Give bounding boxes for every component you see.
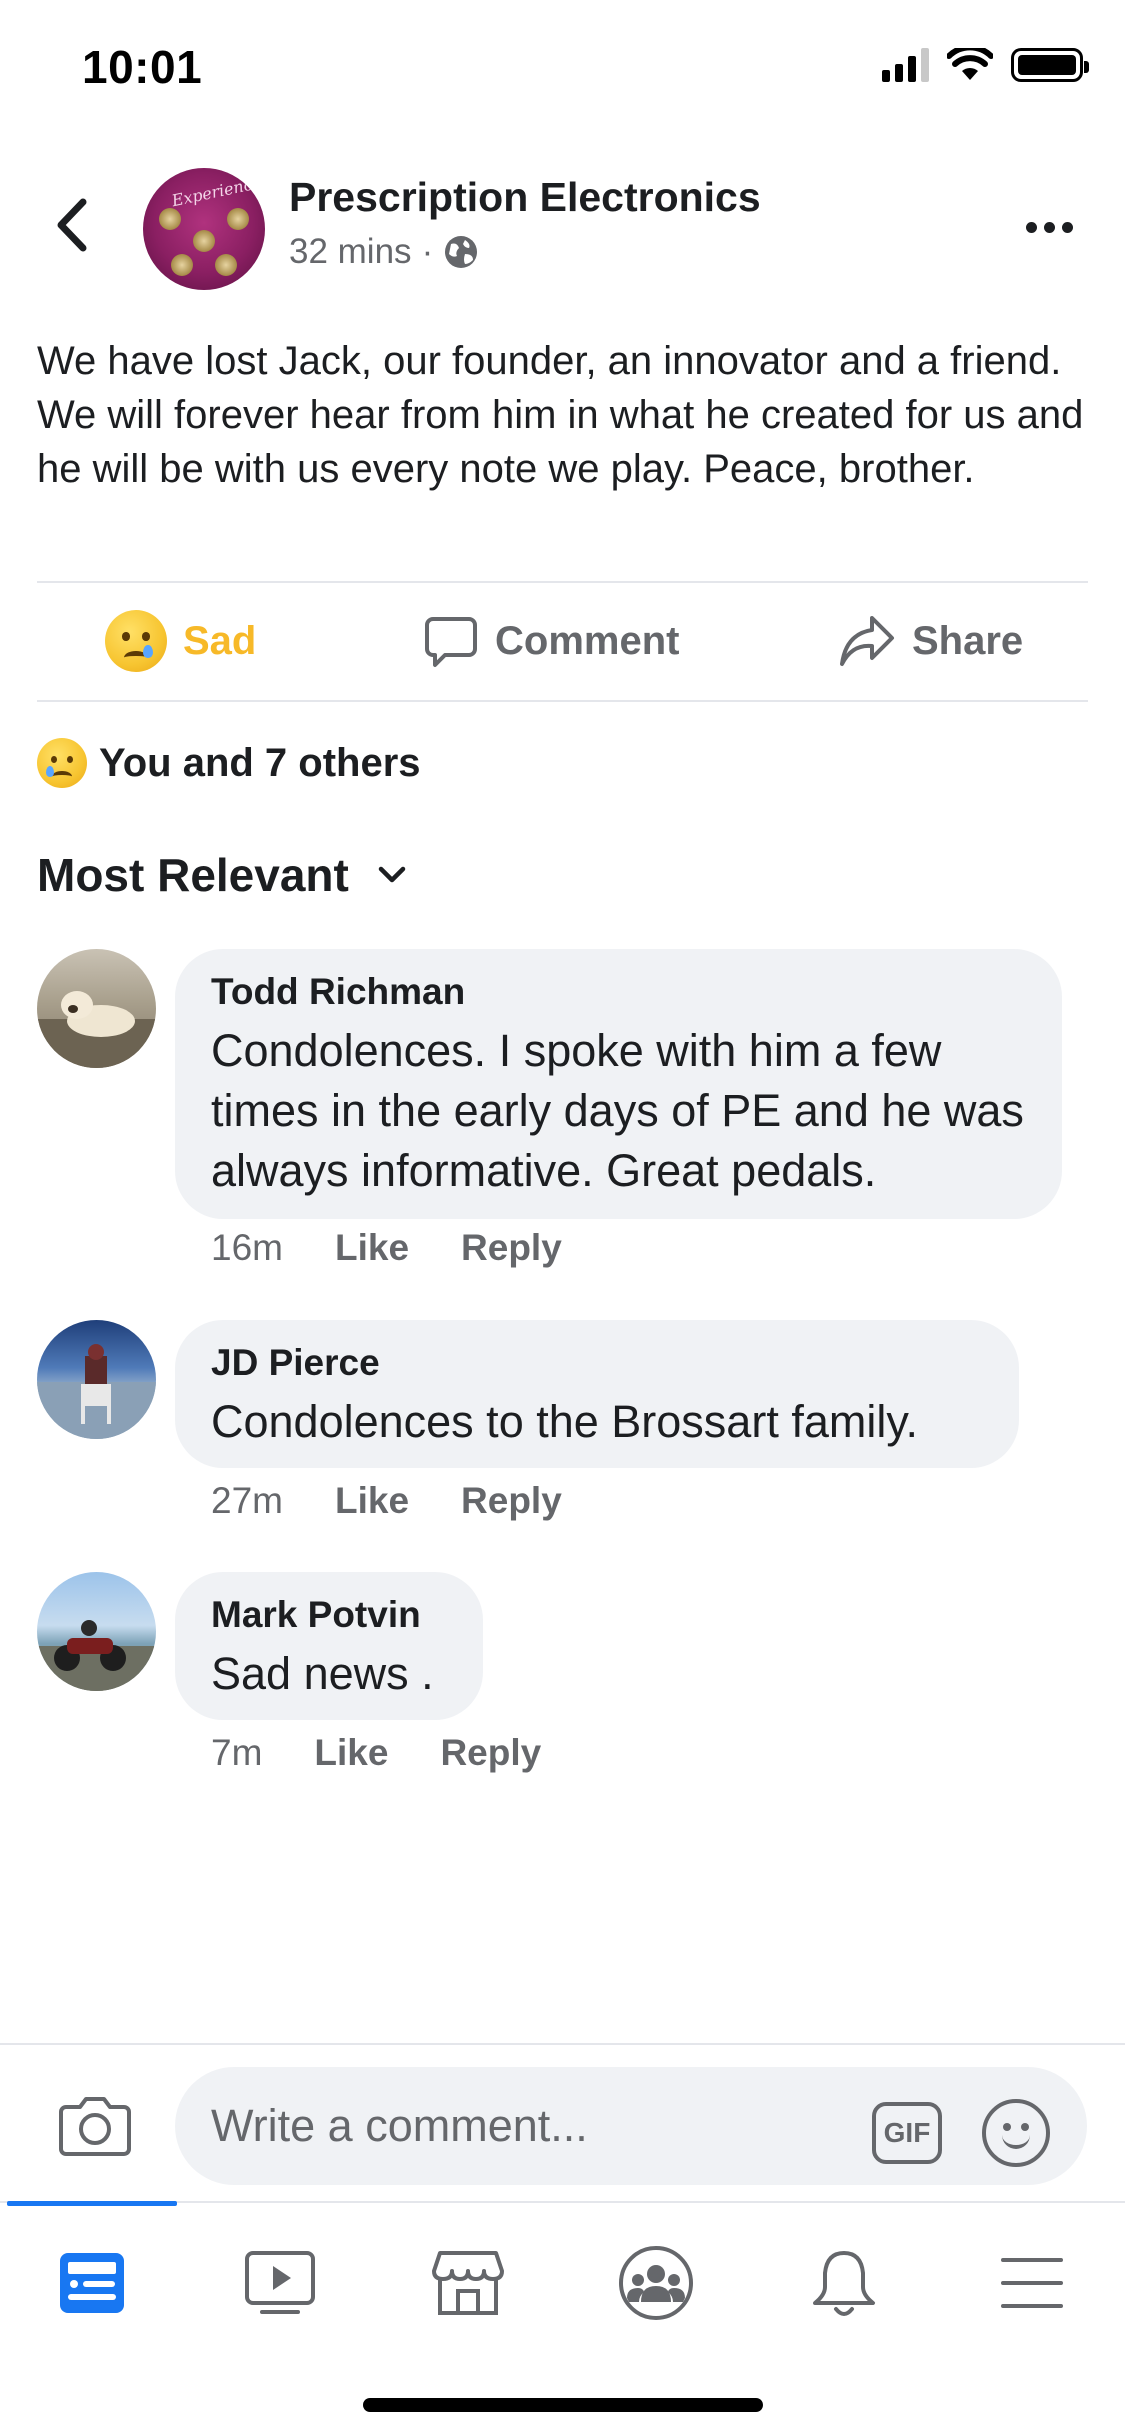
- chevron-left-icon: [57, 198, 87, 252]
- video-icon: [245, 2251, 315, 2314]
- comment-time[interactable]: 16m: [211, 1227, 283, 1269]
- comment-actions: 27m Like Reply: [211, 1480, 614, 1522]
- hamburger-menu-icon: [1001, 2258, 1063, 2308]
- more-options-button[interactable]: [1009, 202, 1089, 252]
- status-time: 10:01: [82, 41, 203, 93]
- meta-separator: ·: [421, 232, 434, 271]
- emoji-button[interactable]: [982, 2099, 1050, 2167]
- comment-bubble: JD Pierce Condolences to the Brossart fa…: [175, 1320, 1019, 1468]
- cellular-signal-icon: [882, 48, 929, 82]
- page-name[interactable]: Prescription Electronics: [289, 174, 761, 221]
- comment-like-button[interactable]: Like: [335, 1480, 409, 1522]
- comment-bubble: Todd Richman Condolences. I spoke with h…: [175, 949, 1062, 1219]
- comment-bubble: Mark Potvin Sad news .: [175, 1572, 483, 1720]
- comment-author[interactable]: JD Pierce: [211, 1342, 983, 1384]
- globe-icon: [445, 236, 478, 268]
- reactions-summary[interactable]: You and 7 others: [37, 738, 421, 788]
- commenter-avatar[interactable]: [37, 949, 156, 1068]
- tab-watch[interactable]: [220, 2233, 340, 2333]
- camera-icon: [59, 2097, 131, 2156]
- share-label: Share: [912, 618, 1024, 663]
- motorcycle-photo: [37, 1620, 156, 1691]
- comment-author[interactable]: Todd Richman: [211, 971, 1026, 1013]
- comment-like-button[interactable]: Like: [314, 1732, 388, 1774]
- comment-reply-button[interactable]: Reply: [461, 1227, 562, 1269]
- sad-emoji-icon: [37, 738, 87, 788]
- back-button[interactable]: [36, 190, 106, 260]
- active-tab-indicator: [7, 2201, 177, 2206]
- comment-time[interactable]: 27m: [211, 1480, 283, 1522]
- comment-actions: 7m Like Reply: [211, 1732, 593, 1774]
- marketplace-icon: [432, 2251, 504, 2315]
- tab-home[interactable]: [32, 2233, 152, 2333]
- wifi-icon: [947, 48, 993, 80]
- tab-menu[interactable]: [972, 2233, 1092, 2333]
- divider: [37, 700, 1088, 702]
- smiley-icon: [1002, 2133, 1030, 2149]
- status-icons: [882, 48, 1089, 82]
- sad-emoji-icon: [105, 610, 167, 672]
- post-time[interactable]: 32 mins: [289, 232, 412, 272]
- tab-marketplace[interactable]: [408, 2233, 528, 2333]
- reaction-label: Sad: [183, 618, 257, 663]
- more-dots-icon: [1025, 221, 1037, 233]
- comment-button[interactable]: Comment: [423, 606, 679, 676]
- gif-button[interactable]: GIF: [872, 2102, 942, 2164]
- post-meta: 32 mins ·: [289, 232, 479, 272]
- comment-reply-button[interactable]: Reply: [440, 1732, 541, 1774]
- reactions-count-text: You and 7 others: [99, 740, 421, 785]
- dog-photo: [37, 991, 156, 1068]
- status-bar: 10:01: [0, 0, 1125, 140]
- commenter-avatar[interactable]: [37, 1320, 156, 1439]
- post-body: We have lost Jack, our founder, an innov…: [37, 339, 1084, 491]
- sort-label: Most Relevant: [37, 849, 349, 901]
- chevron-down-icon: [378, 866, 406, 883]
- camera-button[interactable]: [58, 2093, 132, 2157]
- tab-notifications[interactable]: [784, 2233, 904, 2333]
- post-actions: Sad Comment Share: [0, 582, 1125, 702]
- comment-text: Condolences. I spoke with him a few time…: [211, 1025, 1024, 1196]
- home-indicator: [363, 2398, 763, 2412]
- comment-text: Condolences to the Brossart family.: [211, 1396, 918, 1447]
- news-feed-icon: [60, 2253, 124, 2313]
- share-button[interactable]: Share: [838, 606, 1023, 676]
- comment-actions: 16m Like Reply: [211, 1227, 614, 1269]
- comment-composer: GIF: [0, 2043, 1125, 2201]
- comment-author[interactable]: Mark Potvin: [211, 1594, 447, 1636]
- battery-icon: [1011, 48, 1089, 82]
- share-icon: [840, 616, 894, 666]
- comment-sort-dropdown[interactable]: Most Relevant: [37, 848, 407, 902]
- page-avatar[interactable]: Experience: [143, 168, 265, 290]
- reaction-button[interactable]: Sad: [105, 606, 256, 676]
- bell-icon: [813, 2251, 875, 2316]
- comment-time[interactable]: 7m: [211, 1732, 262, 1774]
- comment-input[interactable]: [175, 2067, 1087, 2185]
- comment-label: Comment: [495, 618, 680, 663]
- tab-groups[interactable]: [596, 2233, 716, 2333]
- comment-like-button[interactable]: Like: [335, 1227, 409, 1269]
- comment-reply-button[interactable]: Reply: [461, 1480, 562, 1522]
- comment-text: Sad news .: [211, 1648, 434, 1699]
- commenter-avatar[interactable]: [37, 1572, 156, 1691]
- groups-icon: [619, 2246, 693, 2320]
- comment-icon: [425, 617, 477, 667]
- post-header: Experience Prescription Electronics 32 m…: [0, 160, 1125, 290]
- avatar-logo-lettering: Experience: [170, 172, 264, 211]
- person-photo: [37, 1344, 156, 1439]
